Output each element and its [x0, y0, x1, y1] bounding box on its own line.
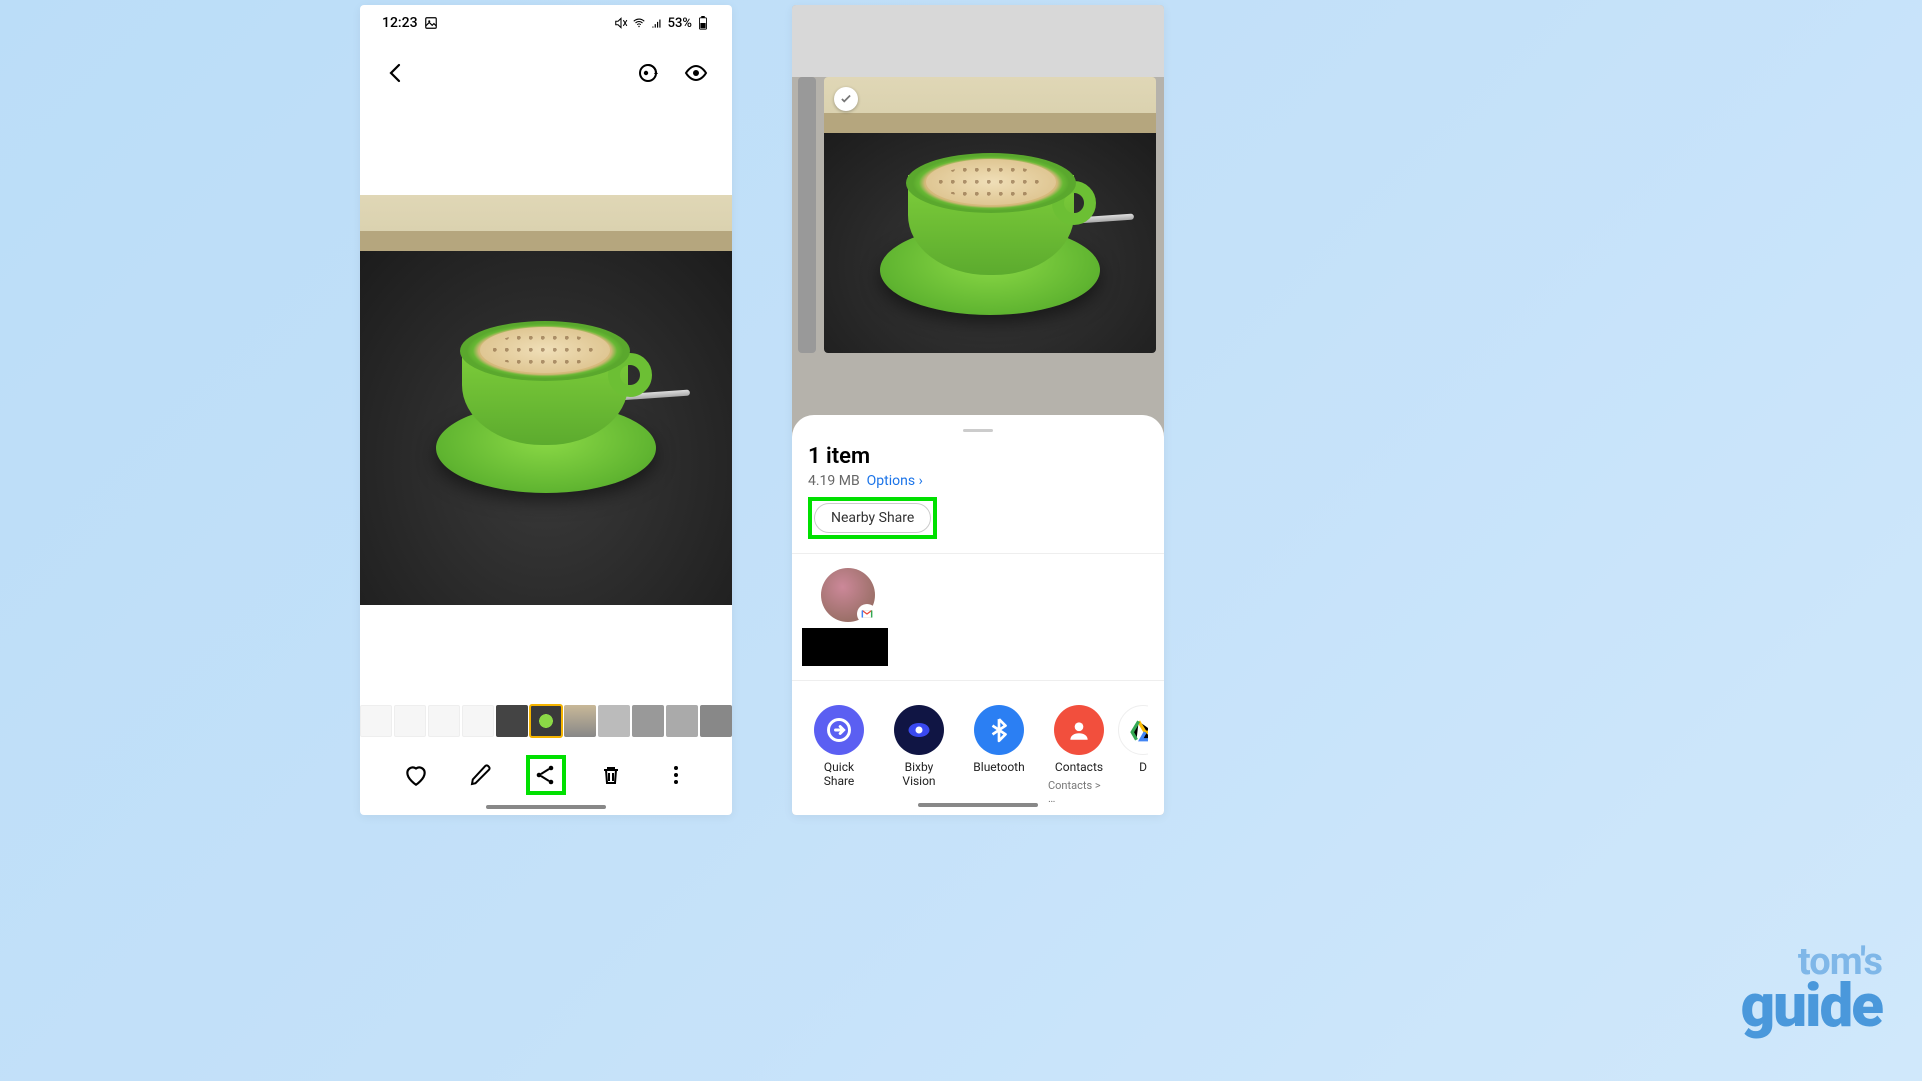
- share-file-size: 4.19 MB: [808, 473, 860, 489]
- battery-icon: [696, 16, 710, 30]
- nav-handle[interactable]: [486, 805, 606, 809]
- divider: [792, 553, 1164, 554]
- app-label: D: [1139, 760, 1147, 774]
- more-button[interactable]: [656, 755, 696, 795]
- contact-avatar: [821, 568, 875, 622]
- contact-name-redacted: [802, 628, 888, 666]
- app-bluetooth[interactable]: Bluetooth: [968, 705, 1030, 805]
- app-label: Contacts: [1055, 760, 1103, 774]
- thumbnail[interactable]: [564, 705, 596, 737]
- sheet-grab-handle[interactable]: [963, 429, 993, 432]
- thumbnail-strip[interactable]: [360, 705, 732, 737]
- mute-icon: [614, 16, 628, 30]
- share-options-link[interactable]: Options ›: [867, 473, 923, 489]
- favorite-button[interactable]: [396, 755, 436, 795]
- thumbnail[interactable]: [428, 705, 460, 737]
- delete-button[interactable]: [591, 755, 631, 795]
- app-label: Bixby Vision: [888, 760, 950, 789]
- status-time: 12:23: [382, 15, 418, 31]
- nearby-share-highlighted: Nearby Share: [808, 497, 937, 539]
- visibility-icon[interactable]: [684, 61, 708, 85]
- share-sheet: 1 item 4.19 MB Options › Nearby Share: [792, 415, 1164, 815]
- back-button[interactable]: [384, 61, 408, 85]
- thumbnail[interactable]: [632, 705, 664, 737]
- thumbnail[interactable]: [598, 705, 630, 737]
- nearby-share-button[interactable]: Nearby Share: [814, 503, 931, 533]
- photo-main[interactable]: [360, 195, 732, 605]
- nav-handle[interactable]: [918, 803, 1038, 807]
- phone-share-sheet: 1 item 4.19 MB Options › Nearby Share: [792, 5, 1164, 815]
- app-label: Bluetooth: [973, 760, 1024, 774]
- phone-gallery-viewer: 12:23 53%: [360, 5, 732, 815]
- share-button-highlighted[interactable]: [526, 755, 566, 795]
- status-bar: 12:23 53%: [360, 5, 732, 35]
- thumbnail-selected[interactable]: [530, 705, 562, 737]
- watermark: tom's guide: [1741, 940, 1882, 1041]
- signal-icon: [650, 16, 664, 30]
- app-contacts[interactable]: Contacts Contacts > …: [1048, 705, 1110, 805]
- wifi-icon: [632, 16, 646, 30]
- app-drive-partial[interactable]: D: [1128, 705, 1148, 805]
- watermark-line2: guide: [1741, 970, 1882, 1041]
- thumbnail[interactable]: [360, 705, 392, 737]
- share-item-count: 1 item: [808, 444, 1148, 469]
- status-battery: 53%: [668, 16, 692, 31]
- share-meta: 4.19 MB Options ›: [808, 473, 1148, 489]
- drive-icon: [1118, 705, 1148, 755]
- thumbnail[interactable]: [666, 705, 698, 737]
- viewer-bottom-toolbar: [360, 755, 732, 795]
- edit-button[interactable]: [461, 755, 501, 795]
- share-image-row: [792, 77, 1164, 352]
- viewer-topbar: [360, 35, 732, 95]
- share-apps-row: Quick Share Bixby Vision Bluetooth: [808, 705, 1148, 815]
- selected-check-icon[interactable]: [834, 87, 858, 111]
- divider: [792, 680, 1164, 681]
- gmail-badge-icon: [857, 604, 877, 624]
- bluetooth-icon: [974, 705, 1024, 755]
- thumbnail[interactable]: [462, 705, 494, 737]
- contacts-icon: [1054, 705, 1104, 755]
- thumbnail[interactable]: [394, 705, 426, 737]
- bixby-vision-icon: [894, 705, 944, 755]
- thumbnail[interactable]: [496, 705, 528, 737]
- app-sublabel: Contacts > …: [1048, 779, 1110, 805]
- quick-share-icon: [814, 705, 864, 755]
- app-bixby-vision[interactable]: Bixby Vision: [888, 705, 950, 805]
- app-quick-share[interactable]: Quick Share: [808, 705, 870, 805]
- share-contact[interactable]: [808, 568, 888, 666]
- thumbnail[interactable]: [700, 705, 732, 737]
- share-top-space: [792, 5, 1164, 77]
- gallery-indicator-icon: [424, 16, 438, 30]
- app-label: Quick Share: [808, 760, 870, 789]
- prev-image-sliver[interactable]: [798, 77, 816, 352]
- remaster-icon[interactable]: [636, 61, 660, 85]
- selected-image-preview[interactable]: [824, 77, 1156, 352]
